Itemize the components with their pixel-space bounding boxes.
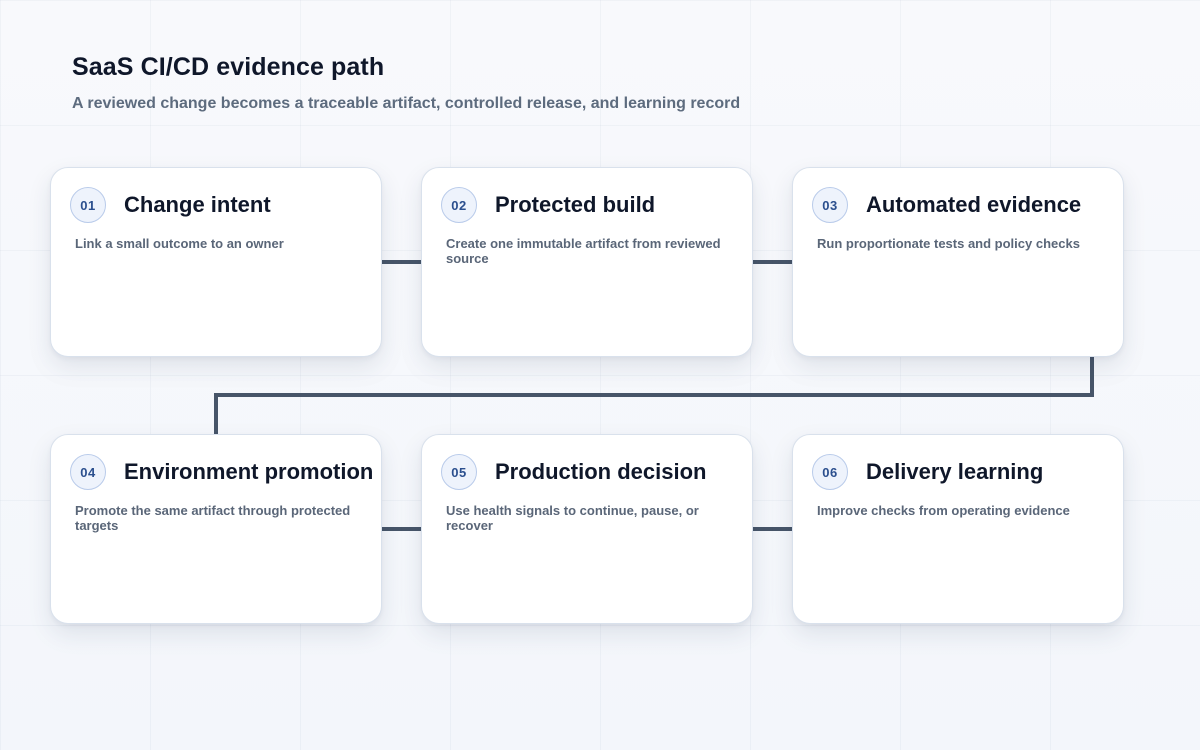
step-description: Run proportionate tests and policy check… xyxy=(817,236,1080,251)
step-number-badge: 02 xyxy=(441,187,477,223)
step-title: Production decision xyxy=(495,459,707,484)
step-number-badge: 01 xyxy=(70,187,106,223)
page-title: SaaS CI/CD evidence path xyxy=(72,53,385,81)
step-description: Promote the same artifact through protec… xyxy=(75,503,351,533)
step-number-badge: 05 xyxy=(441,454,477,490)
step-description: Use health signals to continue, pause, o… xyxy=(446,503,699,533)
step-card-protected-build: 02 Protected build Create one immutable … xyxy=(421,167,753,357)
step-card-environment-promotion: 04 Environment promotion Promote the sam… xyxy=(50,434,382,624)
page-subtitle: A reviewed change becomes a traceable ar… xyxy=(72,95,741,112)
step-card-change-intent: 01 Change intent Link a small outcome to… xyxy=(50,167,382,357)
step-title: Change intent xyxy=(124,192,271,217)
step-description: Link a small outcome to an owner xyxy=(75,236,284,251)
step-card-production-decision: 05 Production decision Use health signal… xyxy=(421,434,753,624)
step-description: Improve checks from operating evidence xyxy=(817,503,1070,518)
step-number-badge: 06 xyxy=(812,454,848,490)
step-number-badge: 03 xyxy=(812,187,848,223)
step-description: Create one immutable artifact from revie… xyxy=(446,236,721,266)
step-title: Environment promotion xyxy=(124,459,374,484)
step-number-badge: 04 xyxy=(70,454,106,490)
connector-03-04 xyxy=(214,357,1094,434)
step-title: Delivery learning xyxy=(866,459,1044,484)
step-title: Protected build xyxy=(495,192,656,217)
step-card-delivery-learning: 06 Delivery learning Improve checks from… xyxy=(792,434,1124,624)
step-title: Automated evidence xyxy=(866,192,1082,217)
step-card-automated-evidence: 03 Automated evidence Run proportionate … xyxy=(792,167,1124,357)
